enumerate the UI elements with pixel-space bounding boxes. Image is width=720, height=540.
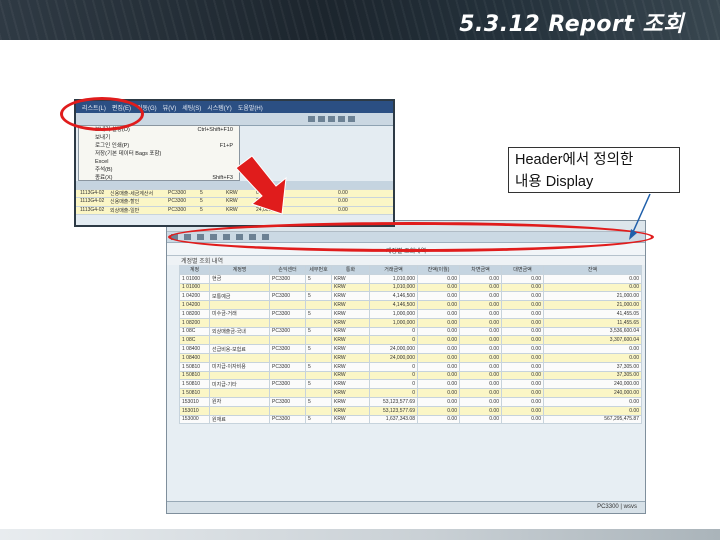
annotation-arrows [235,155,651,240]
red-arrow-icon [235,155,287,215]
callout-arrowhead-icon [629,229,637,240]
callout-line-2: 내용 Display [515,174,594,190]
callout-pointer-line [632,193,651,233]
footer-bar [0,529,720,540]
callout-line-1: Header에서 정의한 [515,152,634,168]
callout-box: Header에서 정의한 내용 Display [508,147,680,193]
